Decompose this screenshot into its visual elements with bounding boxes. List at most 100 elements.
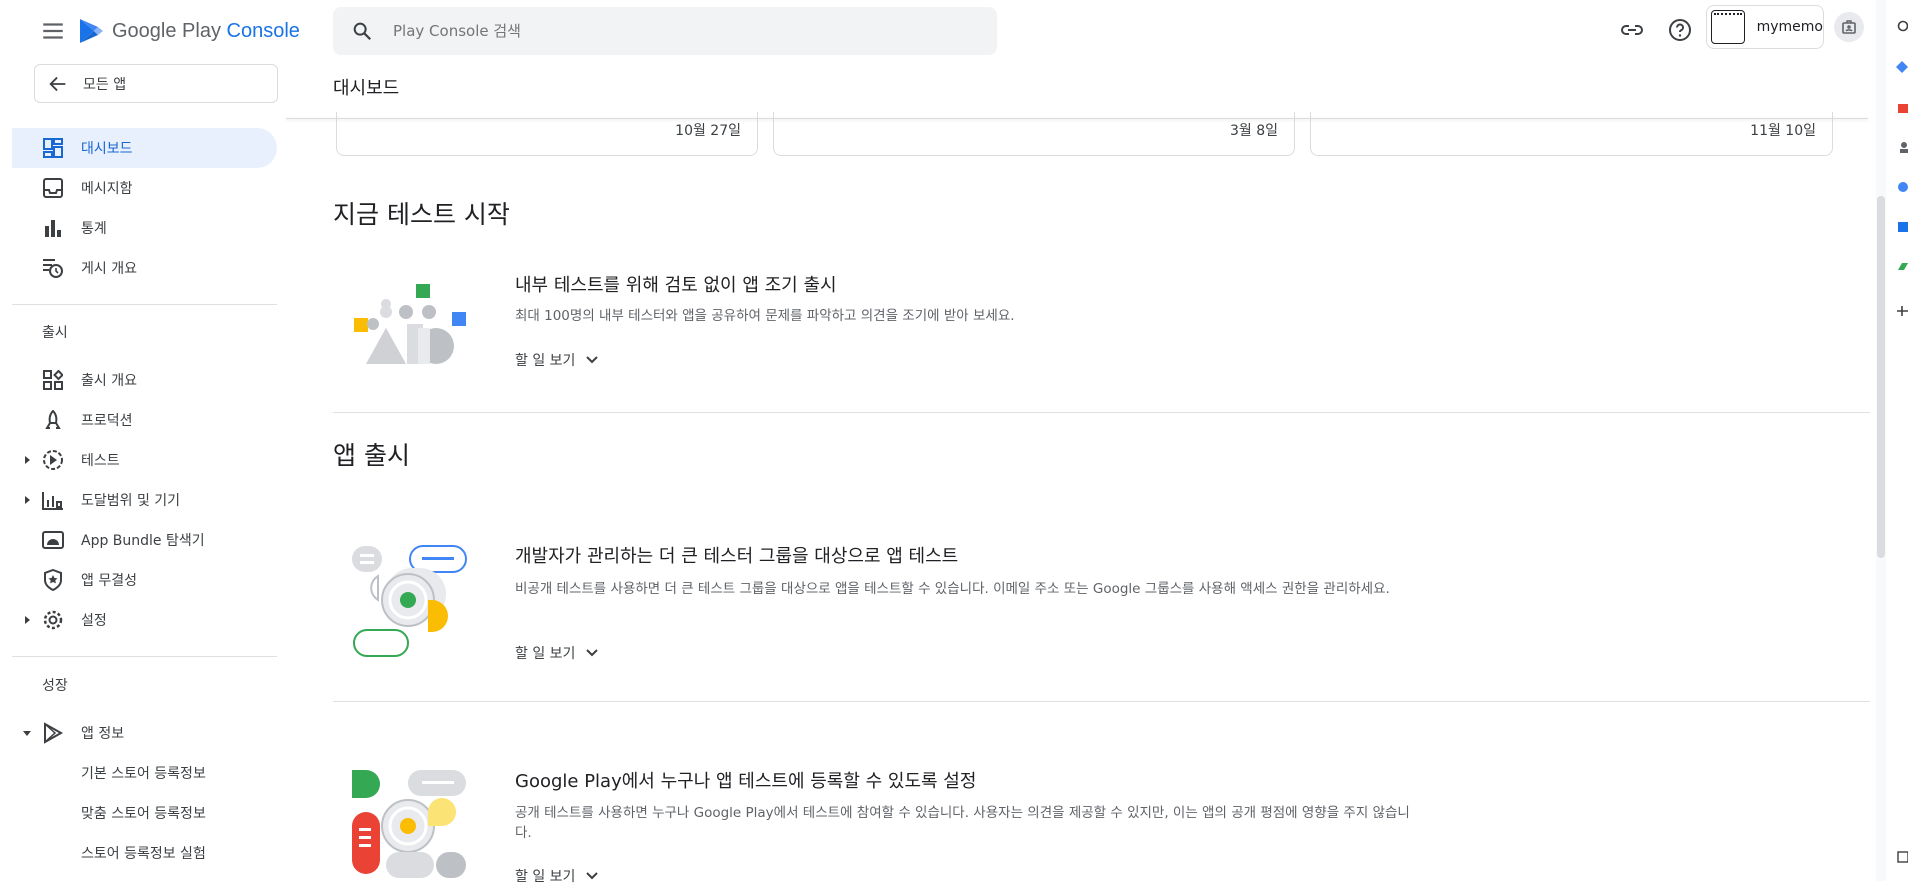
sidebar-item-store-listing-experiments[interactable]: 스토어 등록정보 실험: [12, 833, 277, 873]
section-title-app-release: 앱 출시: [333, 441, 410, 470]
sidebar-divider: [12, 304, 277, 305]
view-tasks-label: 할 일 보기: [515, 869, 576, 885]
sidebar-item-label: 설정: [81, 613, 107, 629]
sidebar-item-settings[interactable]: 설정: [12, 600, 277, 640]
section-title-start-testing: 지금 테스트 시작: [333, 200, 510, 229]
search-input[interactable]: [391, 21, 955, 41]
bookmark-icon[interactable]: [1894, 58, 1908, 76]
drive-icon[interactable]: [1894, 258, 1908, 276]
menu-icon[interactable]: [40, 18, 66, 44]
all-apps-button[interactable]: 모든 앱: [34, 64, 278, 103]
internal-test-desc: 최대 100명의 내부 테스터와 앱을 공유하여 문제를 파악하고 의견을 조기…: [515, 308, 1015, 324]
section-divider: [333, 412, 1870, 413]
sidebar-item-label: 메시지함: [81, 181, 133, 197]
help-icon[interactable]: [1662, 12, 1698, 48]
closed-test-view-tasks[interactable]: 할 일 보기: [515, 643, 599, 663]
open-test-view-tasks[interactable]: 할 일 보기: [515, 866, 599, 886]
account-name: mymemo: [1756, 19, 1823, 35]
section-title-growth: 성장: [42, 678, 68, 694]
card-date: 3월 8일: [1229, 123, 1278, 139]
card-date: 11월 10일: [1750, 123, 1816, 139]
closed-test-illustration: [352, 545, 467, 657]
shield-icon: [42, 569, 64, 591]
expand-arrow-icon: [25, 616, 30, 624]
sidebar-item-publishing-overview[interactable]: 게시 개요: [12, 248, 277, 288]
extension-icon[interactable]: [1894, 178, 1908, 196]
expand-arrow-icon: [25, 456, 30, 464]
panel-toggle-icon[interactable]: [1894, 848, 1908, 866]
arrow-back-icon: [49, 76, 66, 91]
page-title: 대시보드: [333, 78, 400, 99]
sidebar-item-app-bundle-explorer[interactable]: App Bundle 탐색기: [12, 520, 277, 560]
closed-test-title: 개발자가 관리하는 더 큰 테스터 그룹을 대상으로 앱 테스트: [515, 546, 959, 567]
bar-chart-icon: [42, 217, 64, 239]
publishing-overview-icon: [42, 257, 64, 279]
link-icon[interactable]: [1614, 12, 1650, 48]
all-apps-label: 모든 앱: [83, 76, 127, 93]
sidebar-item-label: 대시보드: [81, 141, 133, 157]
add-icon[interactable]: [1894, 302, 1908, 320]
search-icon: [353, 22, 372, 41]
sidebar-item-production[interactable]: 프로덕션: [12, 400, 277, 440]
chevron-down-icon: [586, 356, 599, 364]
chevron-down-icon: [586, 649, 599, 657]
play-icon: [42, 722, 64, 744]
sidebar-item-reach-devices[interactable]: 도달범위 및 기기: [12, 480, 277, 520]
sidebar-item-label: 프로덕션: [81, 413, 133, 429]
profile-icon[interactable]: [1894, 138, 1908, 156]
sidebar-item-dashboard[interactable]: 대시보드: [12, 128, 277, 168]
sidebar-item-label: 출시 개요: [81, 373, 137, 389]
closed-test-desc: 비공개 테스트를 사용하면 더 큰 테스트 그룹을 대상으로 앱을 테스트할 수…: [515, 581, 1390, 597]
sidebar-item-label: 기본 스토어 등록정보: [81, 766, 206, 782]
open-test-illustration: [352, 770, 466, 878]
collapse-arrow-icon: [23, 731, 31, 736]
section-divider: [333, 701, 1870, 702]
internal-test-view-tasks[interactable]: 할 일 보기: [515, 350, 599, 370]
outlook-icon[interactable]: [1894, 218, 1908, 236]
inbox-icon: [42, 177, 64, 199]
reach-devices-icon: [42, 489, 64, 511]
android-icon: [42, 529, 64, 551]
sidebar: Google Play Console 모든 앱 대시보드 메시지함 통계 게시…: [0, 0, 300, 881]
expand-arrow-icon: [25, 496, 30, 504]
sidebar-item-custom-store-listing[interactable]: 맞춤 스토어 등록정보: [12, 793, 277, 833]
app-thumbnail: [1711, 10, 1745, 44]
sidebar-item-inbox[interactable]: 메시지함: [12, 168, 277, 208]
google-play-logo-icon: [80, 19, 103, 43]
sidebar-divider: [12, 656, 277, 657]
sidebar-item-label: 앱 무결성: [81, 573, 137, 589]
sidebar-item-app-integrity[interactable]: 앱 무결성: [12, 560, 277, 600]
production-icon: [42, 409, 64, 431]
developer-account-icon[interactable]: [1834, 12, 1864, 42]
google-play-console-logo[interactable]: Google Play Console: [78, 16, 300, 46]
gear-icon: [42, 609, 64, 631]
testing-icon: [42, 449, 64, 471]
sidebar-item-statistics[interactable]: 통계: [12, 208, 277, 248]
card-date: 10월 27일: [675, 123, 741, 139]
search-icon[interactable]: [1894, 18, 1908, 36]
sidebar-item-main-store-listing[interactable]: 기본 스토어 등록정보: [12, 753, 277, 793]
logo-text: Google Play Console: [112, 19, 300, 42]
open-test-desc: 공개 테스트를 사용하면 누구나 Google Play에서 테스트에 참여할 …: [515, 805, 1410, 841]
scrollbar-thumb[interactable]: [1877, 196, 1885, 558]
view-tasks-label: 할 일 보기: [515, 353, 576, 369]
sidebar-item-label: 앱 정보: [81, 726, 125, 742]
sidebar-item-label: 도달범위 및 기기: [81, 493, 181, 509]
open-test-title: Google Play에서 누구나 앱 테스트에 등록할 수 있도록 설정: [515, 771, 977, 792]
sidebar-item-app-info[interactable]: 앱 정보: [12, 713, 277, 753]
sidebar-item-testing[interactable]: 테스트: [12, 440, 277, 480]
search-bar[interactable]: [333, 7, 997, 55]
dashboard-icon: [42, 137, 64, 159]
sidebar-item-label: 게시 개요: [81, 261, 137, 277]
sidebar-item-label: 통계: [81, 221, 107, 237]
brand-bar: Google Play Console: [0, 0, 300, 64]
account-switcher[interactable]: mymemo: [1706, 5, 1824, 49]
shopping-icon[interactable]: [1894, 98, 1908, 116]
sidebar-item-label: 스토어 등록정보 실험: [81, 846, 206, 862]
sidebar-item-label: 테스트: [81, 453, 120, 469]
sidebar-item-release-overview[interactable]: 출시 개요: [12, 360, 277, 400]
section-title-release: 출시: [42, 325, 68, 341]
header-divider: [286, 118, 1868, 119]
internal-test-title: 내부 테스트를 위해 검토 없이 앱 조기 출시: [515, 275, 837, 296]
sidebar-item-label: App Bundle 탐색기: [81, 533, 205, 549]
